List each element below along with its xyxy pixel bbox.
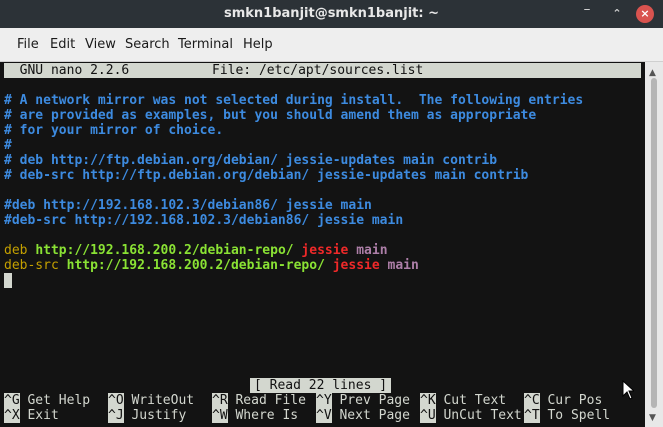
shortcut-label: WriteOut [131,393,195,408]
shortcut-label: Read File [235,393,306,408]
menu-search[interactable]: Search [125,37,170,52]
source-entry: deb http://192.168.200.2/debian-repo/ je… [4,243,388,258]
shortcut-key[interactable]: ^C [524,393,540,408]
shortcut-label: Where Is [235,408,299,423]
window-titlebar: smkn1banjit@smkn1banjit: ~ ‾ ⌃ × [0,0,663,28]
shortcut-key[interactable]: ^X [4,408,20,423]
shortcut-key[interactable]: ^J [108,408,124,423]
shortcut-item: ^V Next Page [316,408,410,423]
minimize-icon[interactable]: ‾ [578,5,596,23]
shortcut-item: ^R Read File [212,393,306,408]
shortcut-label: UnCut Text [443,408,522,423]
vertical-scrollbar[interactable]: ▲ ▼ [645,62,663,427]
comment-line: # are provided as examples, but you shou… [4,108,537,123]
comment-line: # A network mirror was not selected duri… [4,93,584,108]
menu-terminal[interactable]: Terminal [178,37,233,52]
shortcut-label: To Spell [547,408,611,423]
comment-line: # [4,138,12,153]
entry-dist: jessie [332,258,380,273]
menubar: File Edit View Search Terminal Help [0,28,663,62]
shortcut-label: Cut Text [443,393,507,408]
shortcut-row-2: ^X Exit [4,408,59,423]
shortcut-key[interactable]: ^Y [316,393,332,408]
comment-line: # deb-src http://ftp.debian.org/debian/ … [4,168,529,183]
menu-view[interactable]: View [85,37,116,52]
menu-file[interactable]: File [17,37,39,52]
shortcut-key[interactable]: ^W [212,408,228,423]
menu-help[interactable]: Help [243,37,273,52]
shortcut-key[interactable]: ^K [420,393,436,408]
comment-line: # for your mirror of choice. [4,123,224,138]
shortcut-label: Justify [131,408,187,423]
entry-component: main [356,243,388,258]
shortcut-label: Exit [27,408,59,423]
entry-component: main [387,258,419,273]
nano-filename: File: /etc/apt/sources.list [212,63,424,78]
comment-line: #deb http://192.168.102.3/debian86/ jess… [4,198,372,213]
shortcut-item: ^J Justify [108,408,186,423]
shortcut-row-1: ^G Get Help [4,393,90,408]
shortcut-key[interactable]: ^R [212,393,228,408]
shortcut-key[interactable]: ^U [420,408,436,423]
comment-line: #deb-src http://192.168.102.3/debian86/ … [4,213,404,228]
entry-url: http://192.168.200.2/debian-repo/ [35,243,294,258]
scroll-down-icon[interactable]: ▼ [649,413,656,423]
scrollbar-thumb[interactable] [651,78,657,408]
shortcut-item: ^C Cur Pos [524,393,602,408]
terminal-area[interactable]: GNU nano 2.2.6 File: /etc/apt/sources.lis… [0,62,645,427]
mouse-pointer-icon [622,380,634,400]
shortcut-label: Cur Pos [547,393,603,408]
entry-url: http://192.168.200.2/debian-repo/ [66,258,325,273]
shortcut-label: Prev Page [339,393,410,408]
maximize-icon[interactable]: ⌃ [608,5,626,23]
shortcut-key[interactable]: ^G [4,393,20,408]
shortcut-label: Next Page [339,408,410,423]
window-title: smkn1banjit@smkn1banjit: ~ [224,6,439,21]
shortcut-item: ^O WriteOut [108,393,194,408]
status-message: [ Read 22 lines ] [250,378,392,393]
shortcut-item: ^U UnCut Text [420,408,522,423]
entry-type: deb-src [4,258,59,273]
entry-type: deb [4,243,28,258]
shortcut-key[interactable]: ^O [108,393,124,408]
scroll-up-icon[interactable]: ▲ [649,68,656,78]
shortcut-item: ^Y Prev Page [316,393,410,408]
menu-edit[interactable]: Edit [50,37,75,52]
close-icon[interactable]: × [636,5,654,23]
nano-version: GNU nano 2.2.6 [4,63,130,78]
source-entry: deb-src http://192.168.200.2/debian-repo… [4,258,419,273]
shortcut-key[interactable]: ^T [524,408,540,423]
entry-dist: jessie [301,243,349,258]
shortcut-label: Get Help [27,393,91,408]
nano-header: GNU nano 2.2.6 File: /etc/apt/sources.lis… [4,63,641,78]
comment-line: # deb http://ftp.debian.org/debian/ jess… [4,153,498,168]
shortcut-item: ^K Cut Text [420,393,506,408]
shortcut-item: ^T To Spell [524,408,610,423]
shortcut-item: ^W Where Is [212,408,298,423]
shortcut-key[interactable]: ^V [316,408,332,423]
text-cursor [4,273,12,288]
